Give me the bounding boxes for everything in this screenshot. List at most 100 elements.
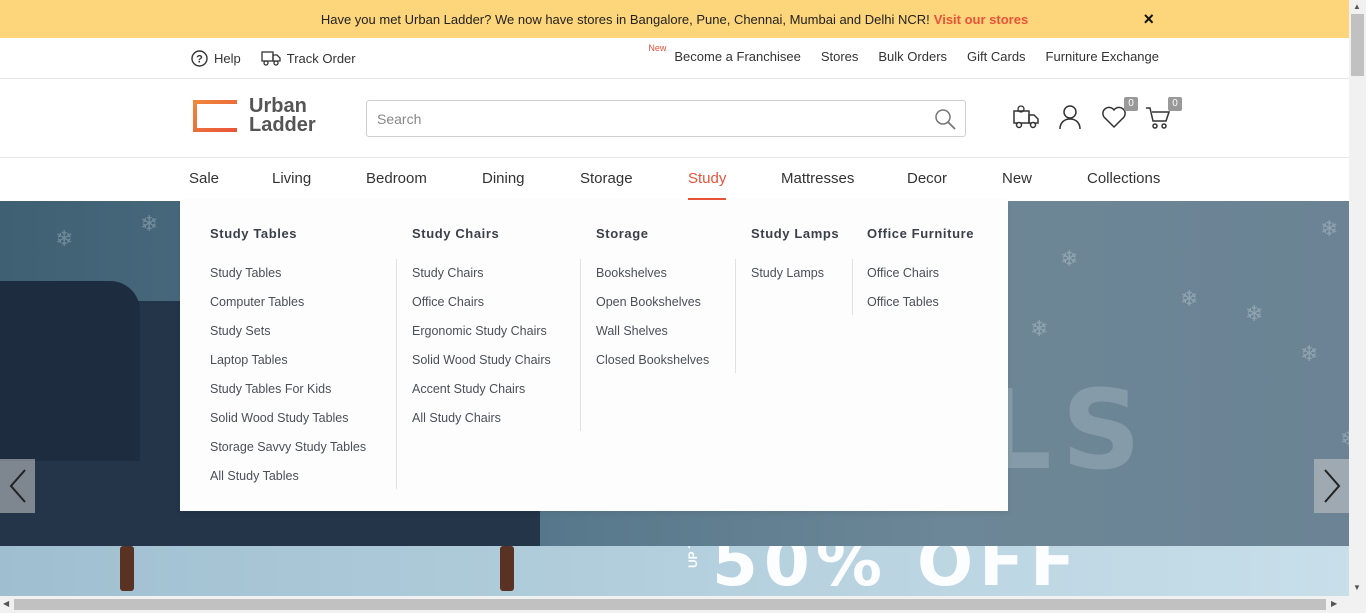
help-icon: ?	[191, 49, 208, 67]
horizontal-scrollbar[interactable]: ◀ ▶	[0, 596, 1366, 613]
menu-heading-study-tables[interactable]: Study Tables	[210, 226, 366, 241]
menu-divider	[580, 259, 581, 431]
visit-stores-link[interactable]: Visit our stores	[934, 12, 1028, 27]
snowflake-icon: ❄	[1300, 341, 1319, 366]
scroll-down-icon[interactable]: ▼	[1353, 583, 1361, 592]
gift-cards-link[interactable]: Gift Cards	[967, 49, 1026, 64]
nav-mattresses[interactable]: Mattresses	[781, 170, 854, 187]
carousel-next-button[interactable]	[1314, 459, 1349, 513]
logo-mark-icon	[193, 100, 237, 132]
menu-link[interactable]: Solid Wood Study Chairs	[412, 346, 551, 375]
nav-living[interactable]: Living	[272, 170, 311, 187]
menu-link[interactable]: Open Bookshelves	[596, 288, 709, 317]
announcement-bar: Have you met Urban Ladder? We now have s…	[0, 0, 1349, 38]
chevron-right-icon	[1323, 469, 1340, 503]
menu-link[interactable]: Storage Savvy Study Tables	[210, 433, 366, 462]
menu-link[interactable]: Study Tables	[210, 259, 366, 288]
menu-link[interactable]: Wall Shelves	[596, 317, 709, 346]
sofa-leg-image	[500, 546, 514, 591]
delivery-truck-icon	[1013, 105, 1039, 129]
sofa-cushion-image	[0, 281, 140, 461]
menu-column-storage: Storage Bookshelves Open Bookshelves Wal…	[596, 226, 709, 375]
hero-upto-text: UP TO	[686, 546, 700, 568]
track-order-label: Track Order	[286, 50, 356, 66]
logo-text-ladder: Ladder	[249, 114, 316, 136]
nav-sale[interactable]: Sale	[189, 170, 219, 187]
snowflake-icon: ❄	[55, 226, 74, 251]
nav-storage[interactable]: Storage	[580, 170, 633, 187]
menu-heading-storage[interactable]: Storage	[596, 226, 709, 241]
menu-link[interactable]: Study Lamps	[751, 259, 839, 288]
franchisee-label: Become a Franchisee	[674, 49, 801, 64]
menu-link[interactable]: Solid Wood Study Tables	[210, 404, 366, 433]
menu-heading-study-lamps[interactable]: Study Lamps	[751, 226, 839, 241]
menu-link[interactable]: Office Tables	[867, 288, 974, 317]
user-icon	[1059, 105, 1081, 130]
search-input[interactable]	[367, 101, 927, 136]
menu-link[interactable]: Computer Tables	[210, 288, 366, 317]
bulk-orders-link[interactable]: Bulk Orders	[878, 49, 947, 64]
track-delivery-button[interactable]	[1012, 103, 1040, 131]
menu-link[interactable]: Office Chairs	[412, 288, 551, 317]
nav-bedroom[interactable]: Bedroom	[366, 170, 427, 187]
menu-link[interactable]: Laptop Tables	[210, 346, 366, 375]
help-link[interactable]: ? Help	[191, 49, 241, 67]
menu-column-office-furniture: Office Furniture Office Chairs Office Ta…	[867, 226, 974, 317]
scroll-right-icon[interactable]: ▶	[1331, 599, 1337, 608]
hero-offer-text: 50% OFF	[712, 546, 1082, 596]
scroll-left-icon[interactable]: ◀	[3, 599, 9, 608]
furniture-exchange-link[interactable]: Furniture Exchange	[1046, 49, 1159, 64]
nav-collections[interactable]: Collections	[1087, 170, 1160, 187]
menu-divider	[396, 259, 397, 489]
search-box	[366, 100, 966, 137]
menu-link[interactable]: Study Chairs	[412, 259, 551, 288]
stores-link[interactable]: Stores	[821, 49, 859, 64]
menu-link[interactable]: Accent Study Chairs	[412, 375, 551, 404]
scroll-up-icon[interactable]: ▲	[1353, 2, 1361, 11]
franchisee-link[interactable]: New Become a Franchisee	[648, 43, 801, 64]
nav-study[interactable]: Study	[688, 170, 726, 187]
menu-link[interactable]: All Study Chairs	[412, 404, 551, 433]
new-tag: New	[648, 43, 667, 53]
vertical-scrollbar[interactable]: ▲ ▼	[1349, 0, 1366, 596]
close-announcement-icon[interactable]: ×	[1143, 9, 1154, 30]
nav-decor[interactable]: Decor	[907, 170, 947, 187]
snowflake-icon: ❄	[1245, 301, 1264, 326]
menu-divider	[735, 259, 736, 373]
snowflake-icon: ❄	[1320, 216, 1339, 241]
snowflake-icon: ❄	[1180, 286, 1199, 311]
menu-link[interactable]: Study Tables For Kids	[210, 375, 366, 404]
snowflake-icon: ❄	[1060, 246, 1079, 271]
snowflake-icon: ❄	[1030, 316, 1049, 341]
menu-divider	[852, 259, 853, 315]
vertical-scroll-thumb[interactable]	[1351, 14, 1364, 76]
help-label: Help	[214, 50, 241, 66]
hero-offer-strip: 50% OFF UP TO	[0, 546, 1349, 596]
wishlist-count-badge: 0	[1124, 97, 1138, 111]
menu-link[interactable]: Office Chairs	[867, 259, 974, 288]
active-nav-underline	[688, 198, 726, 200]
menu-heading-study-chairs[interactable]: Study Chairs	[412, 226, 551, 241]
menu-link[interactable]: Ergonomic Study Chairs	[412, 317, 551, 346]
menu-link[interactable]: Closed Bookshelves	[596, 346, 709, 375]
menu-link[interactable]: Study Sets	[210, 317, 366, 346]
main-header: Urban Ladder 0 0	[0, 79, 1349, 158]
track-order-link[interactable]: Track Order	[261, 48, 356, 68]
menu-link[interactable]: Bookshelves	[596, 259, 709, 288]
account-button[interactable]	[1056, 103, 1084, 131]
utility-bar: ? Help Track Order New Become a Franchise…	[0, 38, 1349, 79]
menu-heading-office-furniture[interactable]: Office Furniture	[867, 226, 974, 241]
announcement-text: Have you met Urban Ladder? We now have s…	[320, 11, 930, 27]
menu-column-study-lamps: Study Lamps Study Lamps	[751, 226, 839, 288]
nav-new[interactable]: New	[1002, 170, 1032, 187]
carousel-prev-button[interactable]	[0, 459, 35, 513]
search-icon[interactable]	[933, 107, 957, 131]
menu-link[interactable]: All Study Tables	[210, 462, 366, 491]
wishlist-button[interactable]: 0	[1100, 97, 1138, 131]
study-mega-menu: Study Tables Study Tables Computer Table…	[180, 201, 1008, 511]
horizontal-scroll-thumb[interactable]	[14, 599, 1326, 610]
nav-dining[interactable]: Dining	[482, 170, 525, 187]
urban-ladder-logo[interactable]: Urban Ladder	[191, 96, 316, 136]
snowflake-icon: ❄	[140, 211, 159, 236]
cart-button[interactable]: 0	[1144, 97, 1182, 131]
